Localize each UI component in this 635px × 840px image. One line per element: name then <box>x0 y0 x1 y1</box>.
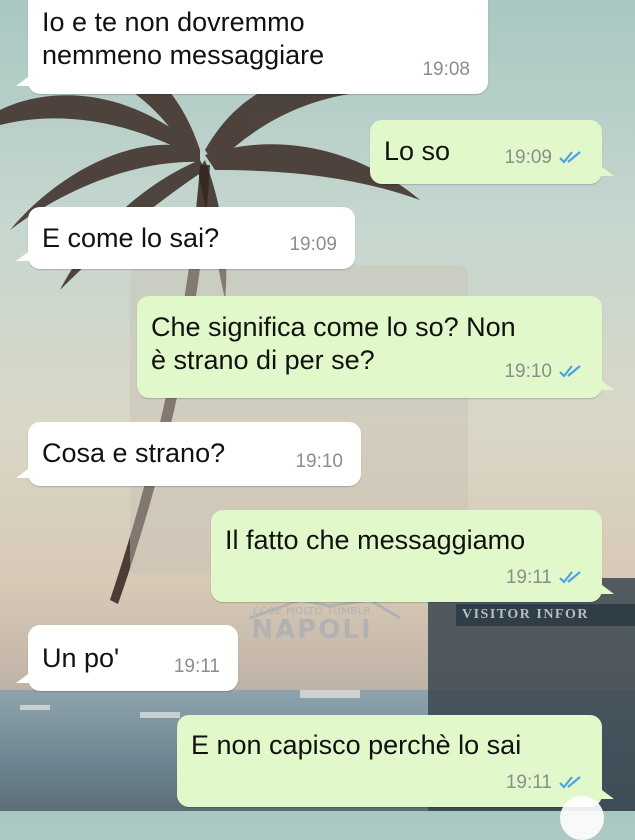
read-receipt-icon <box>559 776 581 789</box>
message-bubble-outgoing[interactable]: Il fatto che messaggiamo 19:11 <box>211 510 614 602</box>
read-receipt-icon <box>559 151 581 164</box>
message-text: E come lo sai? <box>42 223 220 253</box>
scroll-to-bottom-button[interactable] <box>560 796 604 840</box>
message-bubble-incoming[interactable]: Io e te non dovremmo nemmeno messaggiare… <box>16 0 488 94</box>
message-bubble-outgoing[interactable]: Lo so 19:09 <box>370 120 614 184</box>
message-bubble-outgoing[interactable]: Che significa come lo so? Non è strano d… <box>137 296 614 398</box>
message-text: Lo so <box>384 136 451 166</box>
read-receipt-icon <box>559 365 581 378</box>
message-timestamp: 19:11 <box>506 766 584 799</box>
watermark-big-text: NAPOLI <box>251 615 373 645</box>
message-bubble-incoming[interactable]: Cosa e strano? 19:10 <box>16 422 361 486</box>
message-timestamp: 19:10 <box>295 451 343 472</box>
message-timestamp: 19:09 <box>289 234 337 255</box>
message-text: Che significa come lo so? Non è strano d… <box>151 312 516 375</box>
message-timestamp: 19:08 <box>422 59 470 80</box>
read-receipt-icon <box>559 571 581 584</box>
watermark-logo: COSE MOLTO TUMBLR NAPOLI <box>232 606 392 643</box>
message-text: Il fatto che messaggiamo <box>225 525 526 555</box>
message-timestamp: 19:10 <box>504 355 584 388</box>
message-bubble-incoming[interactable]: E come lo sai? 19:09 <box>16 207 355 269</box>
message-text: Cosa e strano? <box>42 438 226 468</box>
message-bubble-incoming[interactable]: Un po' 19:11 <box>16 625 238 691</box>
message-timestamp: 19:11 <box>173 656 220 677</box>
message-timestamp: 19:11 <box>506 561 584 594</box>
message-timestamp: 19:09 <box>504 141 584 174</box>
message-bubble-outgoing[interactable]: E non capisco perchè lo sai 19:11 <box>177 715 614 807</box>
message-text: Un po' <box>42 643 120 673</box>
message-text: E non capisco perchè lo sai <box>191 730 522 760</box>
message-text: Io e te non dovremmo nemmeno messaggiare <box>42 7 325 70</box>
